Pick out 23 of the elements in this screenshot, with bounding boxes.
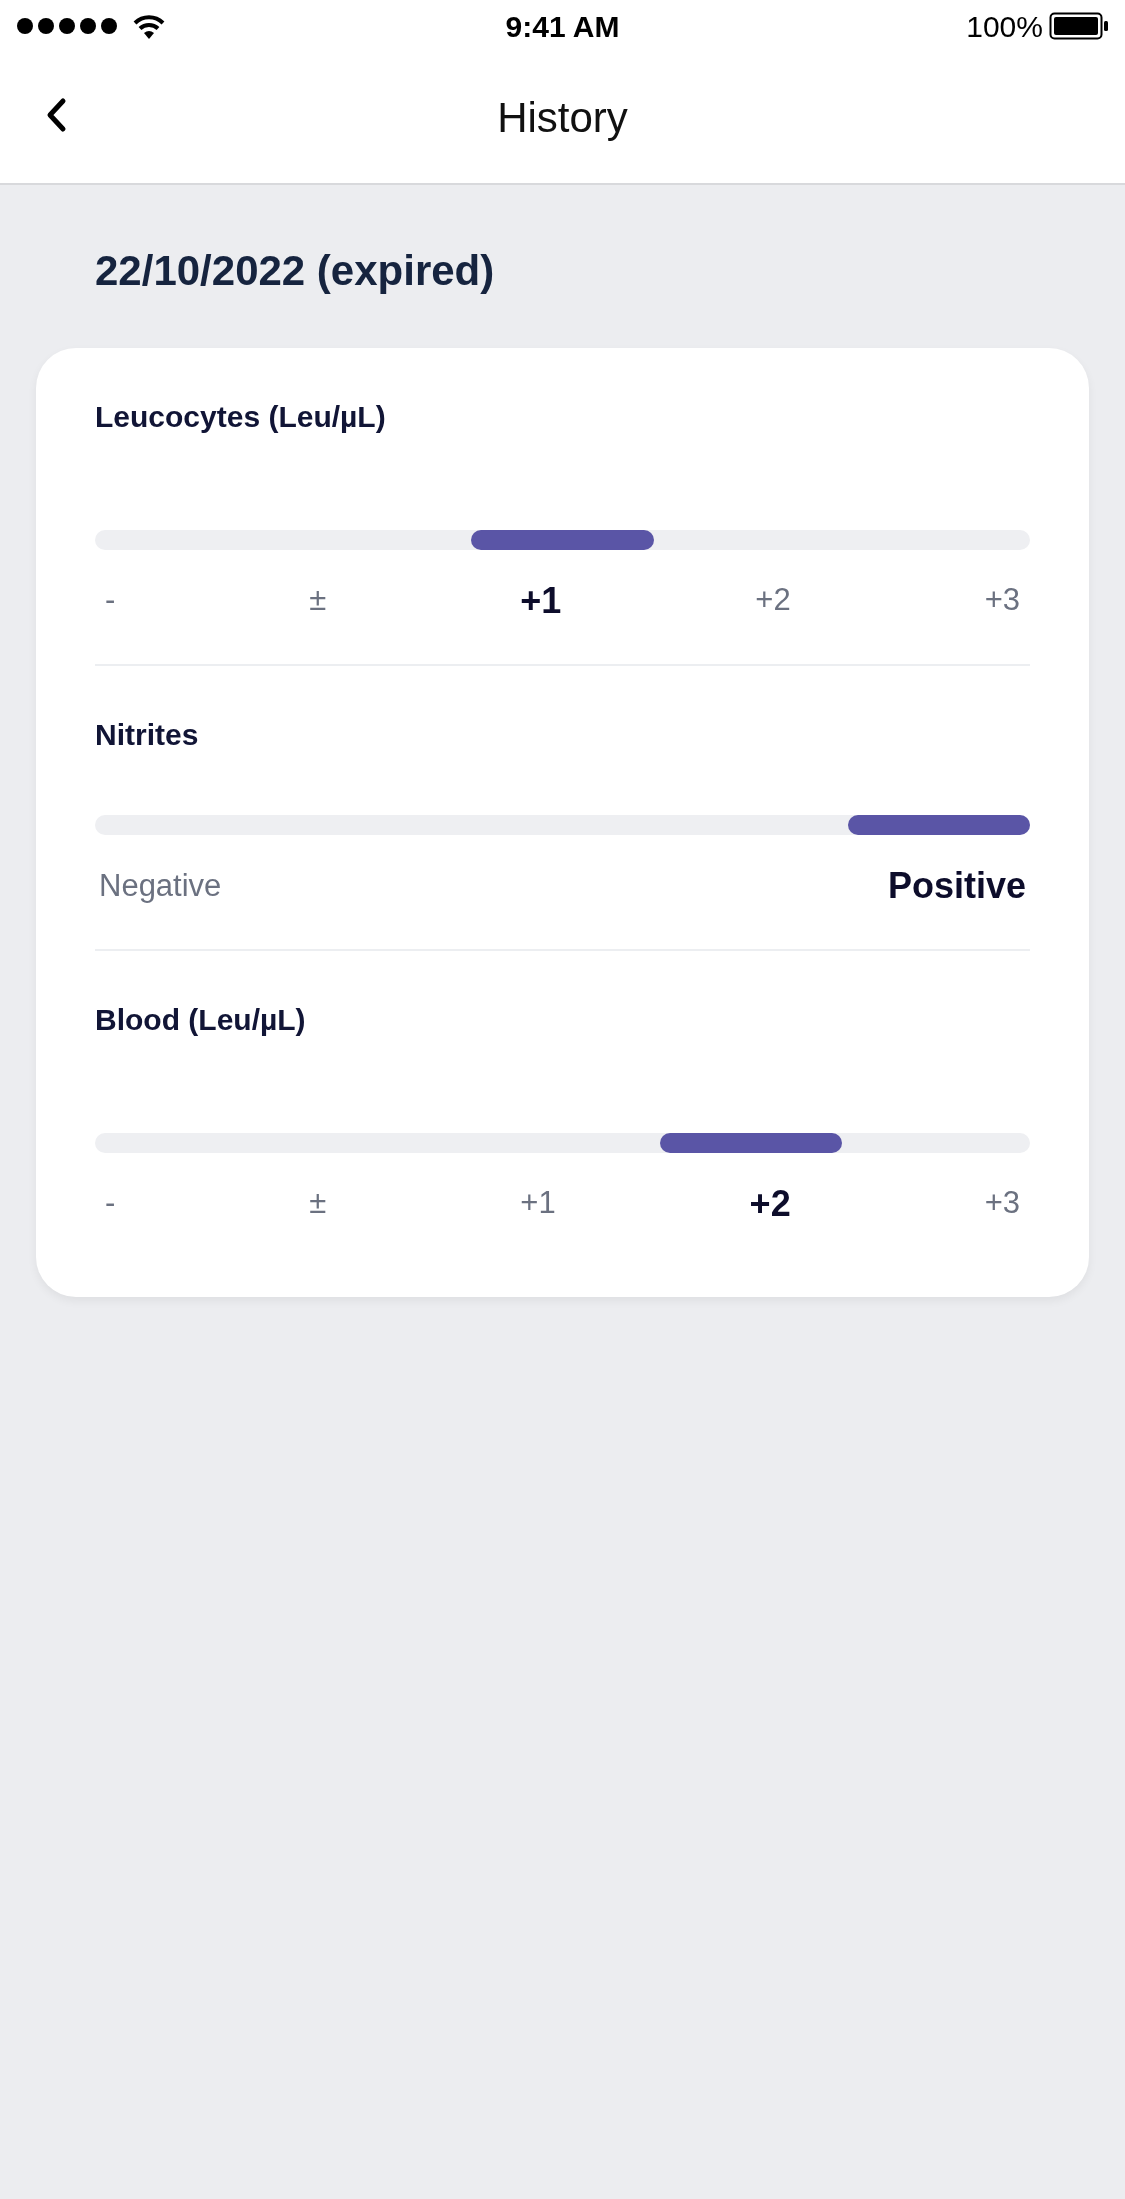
scale-label: +2 bbox=[749, 1181, 791, 1226]
test-title: Leucocytes (Leu/µL) bbox=[95, 399, 387, 435]
scale-label: ± bbox=[309, 1184, 327, 1223]
scale-label: +3 bbox=[984, 1184, 1020, 1223]
test-title: Nitrites bbox=[95, 716, 200, 753]
scale-label: ± bbox=[309, 581, 327, 620]
scale-label: Positive bbox=[887, 864, 1026, 908]
scale-label: +1 bbox=[520, 578, 562, 623]
back-icon bbox=[45, 97, 67, 133]
scale-label: Negative bbox=[99, 866, 222, 905]
scale-label: +1 bbox=[520, 1184, 556, 1223]
page-title: History bbox=[497, 93, 628, 143]
battery-icon bbox=[1049, 12, 1109, 40]
scale-label: +3 bbox=[984, 581, 1020, 620]
scale-label: - bbox=[105, 581, 116, 620]
date-heading: 22/10/2022 (expired) bbox=[95, 247, 495, 294]
wifi-icon bbox=[132, 13, 166, 39]
signal-icon bbox=[16, 17, 118, 35]
test-title: Blood (Leu/µL) bbox=[95, 1002, 307, 1038]
battery-percent: 100% bbox=[966, 8, 1043, 45]
scale-label: - bbox=[105, 1184, 116, 1223]
scale-label: +2 bbox=[755, 581, 791, 620]
status-time: 9:41 AM bbox=[505, 8, 620, 45]
